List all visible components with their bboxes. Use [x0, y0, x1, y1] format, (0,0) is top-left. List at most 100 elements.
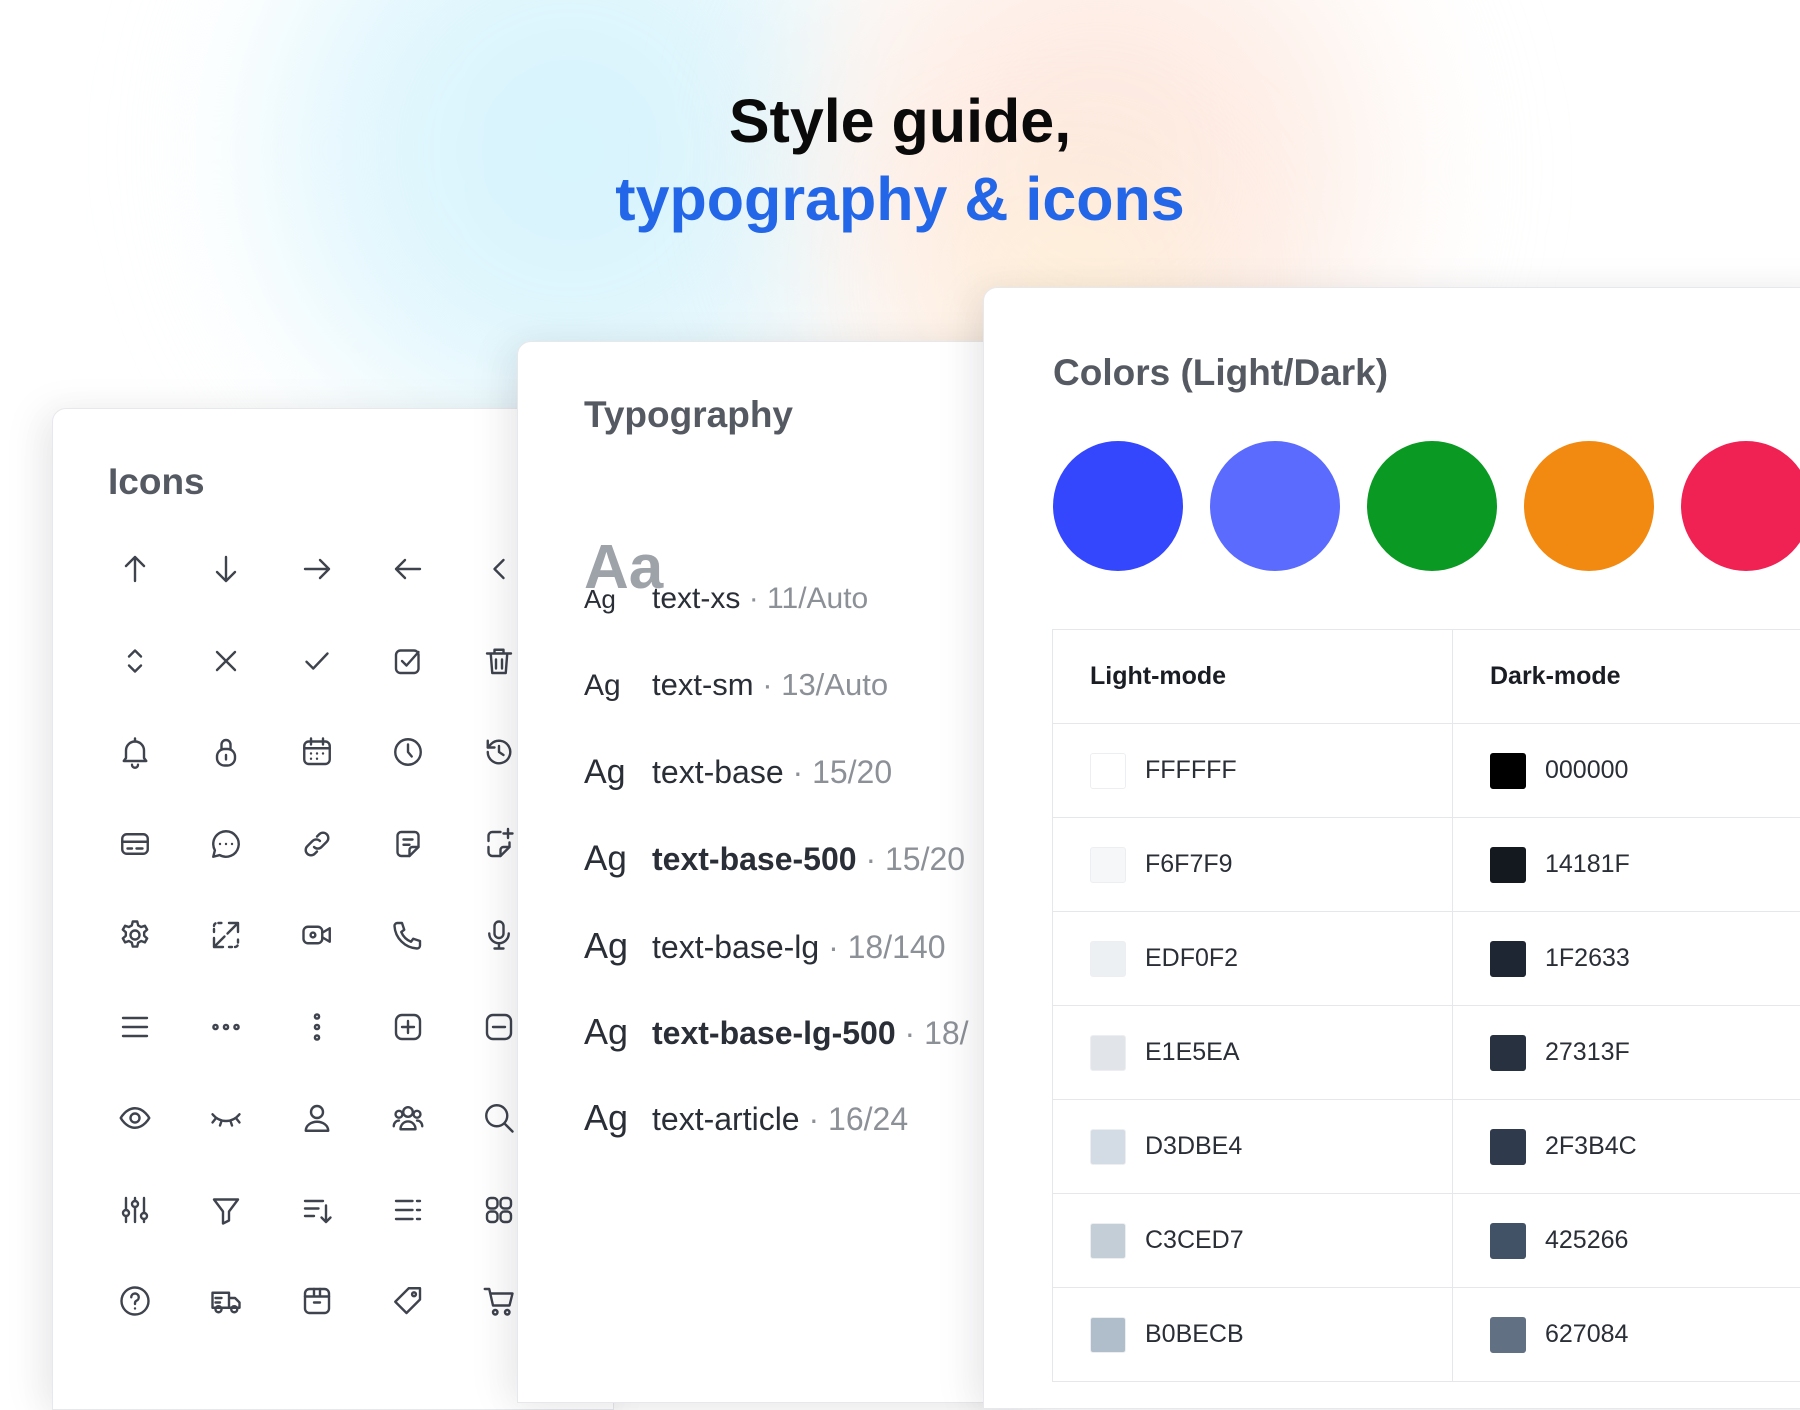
table-row: E1E5EA 27313F — [1053, 1006, 1800, 1100]
light-mode-cell: F6F7F9 — [1053, 818, 1453, 911]
more-horizontal-icon — [204, 1005, 248, 1049]
help-icon — [113, 1279, 157, 1323]
dark-color-chip — [1490, 752, 1526, 789]
light-mode-cell: B0BECB — [1053, 1288, 1453, 1381]
color-table: Light-mode Dark-mode FFFFFF 000000 F6F7F9 1… — [1052, 629, 1800, 1382]
light-color-chip — [1090, 1222, 1126, 1259]
grid-icon — [477, 1188, 521, 1232]
dark-color-value: 27313F — [1545, 1038, 1630, 1066]
arrow-up-icon — [113, 547, 157, 591]
table-row: D3DBE4 2F3B4C — [1053, 1100, 1800, 1194]
dark-color-value: 2F3B4C — [1545, 1132, 1637, 1160]
dark-color-chip — [1490, 1316, 1526, 1353]
typography-separator: · — [762, 667, 773, 702]
minus-square-icon — [477, 1005, 521, 1049]
hero-subtitle: typography & icons — [615, 165, 1185, 233]
table-row: EDF0F2 1F2633 — [1053, 912, 1800, 1006]
sliders-icon — [113, 1188, 157, 1232]
dark-mode-cell: 627084 — [1453, 1288, 1800, 1381]
typography-metric: 18/140 — [847, 929, 946, 965]
light-mode-cell: D3DBE4 — [1053, 1100, 1453, 1193]
light-color-value: FFFFFF — [1145, 756, 1237, 784]
typography-token: text-sm — [652, 667, 754, 702]
phone-icon — [386, 913, 430, 957]
typography-token: text-base — [652, 754, 784, 790]
chevron-up-down-icon — [113, 639, 157, 683]
dark-color-value: 14181F — [1545, 850, 1630, 878]
chevron-left-icon — [477, 547, 521, 591]
search-icon — [477, 1096, 521, 1140]
typography-separator: · — [828, 929, 839, 965]
users-icon — [386, 1096, 430, 1140]
bell-icon — [113, 730, 157, 774]
icons-panel-title: Icons — [108, 461, 205, 502]
chat-icon — [204, 822, 248, 866]
lock-icon — [204, 730, 248, 774]
typography-token: text-xs — [652, 582, 741, 615]
eye-icon — [113, 1096, 157, 1140]
typography-ag: Ag — [584, 839, 627, 878]
typography-token: text-base-lg — [652, 929, 820, 965]
dark-mode-cell: 27313F — [1453, 1006, 1800, 1099]
eye-closed-icon — [204, 1096, 248, 1140]
light-color-chip — [1090, 1316, 1126, 1353]
typography-token: text-base-lg-500 — [652, 1015, 896, 1051]
dark-color-chip — [1490, 846, 1526, 883]
link-icon — [295, 822, 339, 866]
typography-row: Ag text-base-lg-500 · 18/ — [584, 1011, 969, 1053]
dark-color-value: 1F2633 — [1545, 944, 1630, 972]
typography-ag: Ag — [584, 669, 621, 702]
typography-row: Ag text-base-500 · 15/20 — [584, 839, 965, 879]
typography-ag: Ag — [584, 753, 626, 791]
typography-separator: · — [792, 754, 804, 790]
sort-icon — [295, 1188, 339, 1232]
table-row: F6F7F9 14181F — [1053, 818, 1800, 912]
table-row: B0BECB 627084 — [1053, 1288, 1800, 1382]
dark-mode-cell: 14181F — [1453, 818, 1800, 911]
typography-metric: 16/24 — [828, 1101, 909, 1137]
light-color-value: EDF0F2 — [1145, 944, 1239, 972]
color-swatch — [1210, 441, 1340, 571]
plus-square-icon — [386, 1005, 430, 1049]
arrow-down-icon — [204, 547, 248, 591]
light-color-chip — [1090, 940, 1126, 977]
light-color-value: F6F7F9 — [1145, 850, 1233, 878]
typography-separator: · — [748, 582, 759, 615]
typography-panel-title: Typography — [584, 394, 793, 435]
dark-color-chip — [1490, 1034, 1526, 1071]
colors-panel-title: Colors (Light/Dark) — [1053, 352, 1389, 393]
menu-icon — [113, 1005, 157, 1049]
typography-ag: Ag — [584, 584, 616, 614]
typography-ag: Ag — [584, 925, 629, 966]
list-icon — [386, 1188, 430, 1232]
close-icon — [204, 639, 248, 683]
truck-icon — [204, 1279, 248, 1323]
color-swatch — [1367, 441, 1497, 571]
typography-separator: · — [865, 841, 877, 877]
more-vertical-icon — [295, 1005, 339, 1049]
trash-icon — [477, 639, 521, 683]
typography-row: Ag text-base · 15/20 — [584, 753, 892, 792]
light-mode-cell: C3CED7 — [1053, 1194, 1453, 1287]
arrow-left-icon — [386, 547, 430, 591]
filter-icon — [204, 1188, 248, 1232]
typography-metric: 11/Auto — [767, 582, 869, 615]
color-swatch — [1053, 441, 1183, 571]
checkbox-icon — [386, 639, 430, 683]
light-mode-cell: FFFFFF — [1053, 724, 1453, 817]
dark-color-chip — [1490, 1222, 1526, 1259]
light-color-value: D3DBE4 — [1145, 1132, 1243, 1160]
dark-color-value: 627084 — [1545, 1320, 1629, 1348]
typography-token: text-base-500 — [652, 841, 857, 877]
icon-grid — [113, 547, 568, 1371]
typography-separator: · — [904, 1015, 916, 1051]
microphone-icon — [477, 913, 521, 957]
check-icon — [295, 639, 339, 683]
note-icon — [386, 822, 430, 866]
table-row: FFFFFF 000000 — [1053, 724, 1800, 818]
add-note-icon — [477, 822, 521, 866]
typography-ag: Ag — [584, 1011, 629, 1052]
light-color-chip — [1090, 846, 1126, 883]
dark-mode-cell: 425266 — [1453, 1194, 1800, 1287]
typography-metric: 13/Auto — [781, 667, 889, 702]
